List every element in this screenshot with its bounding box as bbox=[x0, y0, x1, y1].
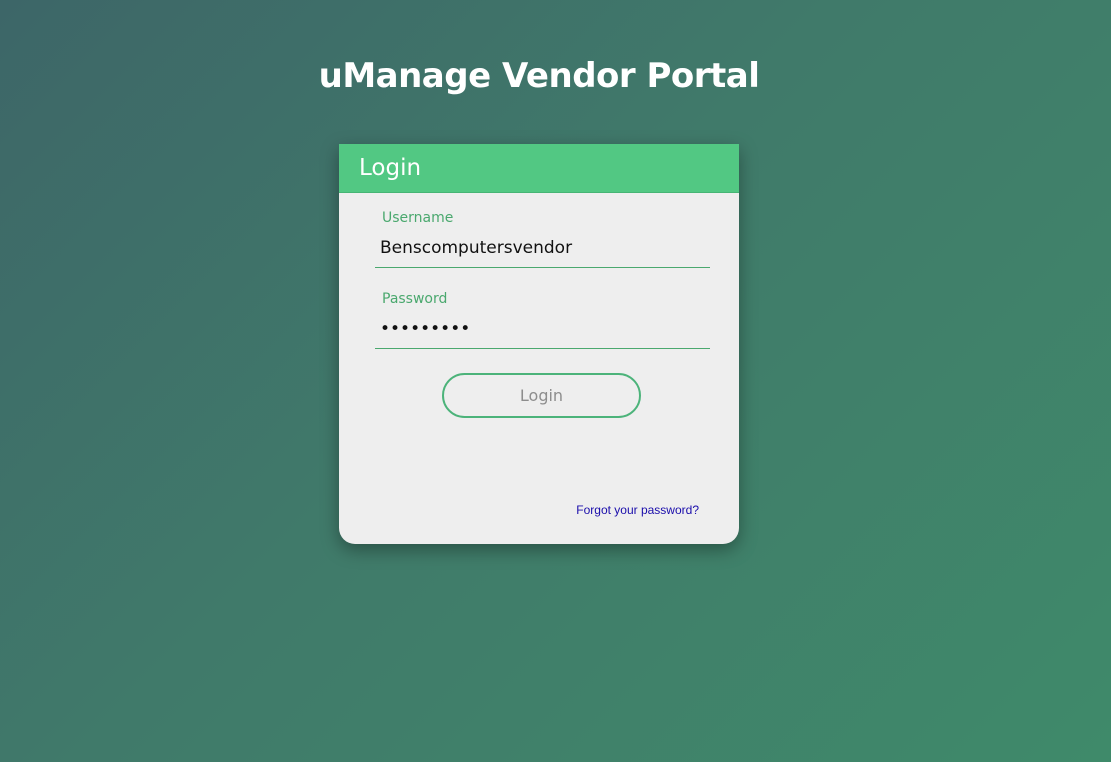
username-field-group: Username bbox=[375, 210, 710, 268]
password-input[interactable] bbox=[375, 307, 710, 349]
username-label: Username bbox=[382, 210, 454, 226]
login-card: Login Username Password Login Forgot you… bbox=[339, 144, 739, 544]
page-title: uManage Vendor Portal bbox=[318, 56, 760, 96]
password-label: Password bbox=[382, 291, 448, 307]
login-button[interactable]: Login bbox=[442, 373, 641, 418]
forgot-password-link[interactable]: Forgot your password? bbox=[576, 503, 699, 517]
card-header-title: Login bbox=[359, 155, 422, 181]
username-input[interactable] bbox=[375, 226, 710, 268]
card-header: Login bbox=[339, 144, 739, 193]
password-field-group: Password bbox=[375, 291, 710, 349]
